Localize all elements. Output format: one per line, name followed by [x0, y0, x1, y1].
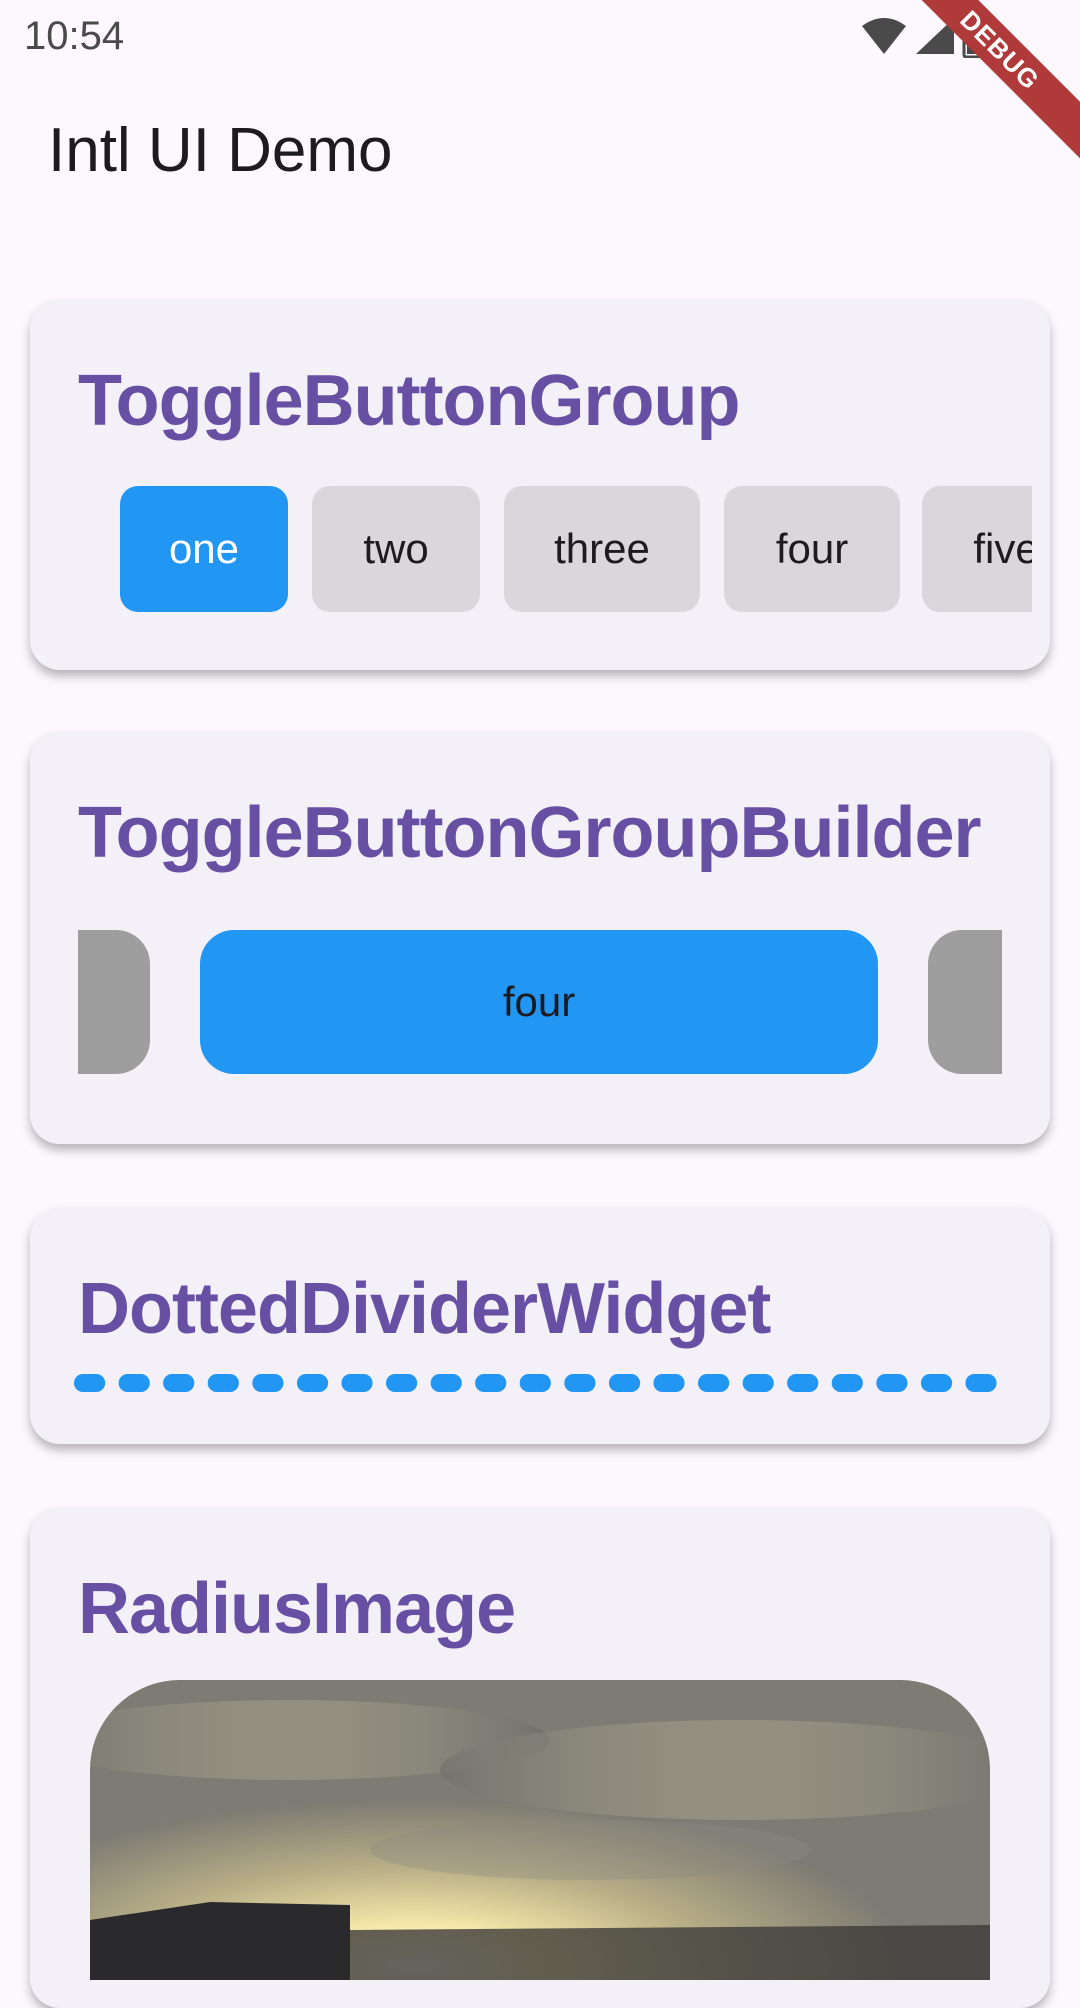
divider-dash	[519, 1374, 551, 1392]
divider-dash	[742, 1374, 774, 1392]
toggle-button-five[interactable]: five	[922, 486, 1032, 612]
divider-dash	[787, 1374, 819, 1392]
builder-button-row[interactable]: four	[78, 930, 1002, 1074]
divider-dash	[296, 1374, 329, 1392]
divider-dash	[653, 1374, 685, 1392]
divider-dash	[74, 1374, 106, 1392]
toggle-button-group-builder-card: ToggleButtonGroupBuilder four	[30, 732, 1050, 1144]
divider-dash	[608, 1374, 641, 1392]
divider-dash	[920, 1374, 953, 1392]
card-title: DottedDividerWidget	[78, 1269, 771, 1349]
toggle-button-two[interactable]: two	[312, 486, 480, 612]
divider-dash	[698, 1374, 730, 1392]
builder-button-prev[interactable]	[78, 930, 150, 1074]
divider-dash	[430, 1374, 462, 1392]
wifi-icon	[862, 18, 906, 54]
radius-image	[90, 1680, 990, 1980]
app-bar-title: Intl UI Demo	[48, 116, 393, 185]
divider-dash	[475, 1374, 507, 1392]
card-title: ToggleButtonGroup	[78, 361, 740, 441]
toggle-button-one[interactable]: one	[120, 486, 288, 612]
dotted-divider-card: DottedDividerWidget	[30, 1208, 1050, 1444]
divider-dash	[831, 1374, 863, 1392]
divider-dash	[876, 1374, 908, 1392]
divider-dash	[252, 1374, 284, 1392]
status-bar: 10:54	[0, 0, 1080, 75]
toggle-button-three[interactable]: three	[504, 486, 700, 612]
builder-button-selected[interactable]: four	[200, 930, 878, 1074]
divider-dash	[118, 1374, 150, 1392]
divider-dash	[564, 1374, 596, 1392]
radius-image-card: RadiusImage	[30, 1508, 1050, 2008]
toggle-button-four[interactable]: four	[724, 486, 900, 612]
toggle-button-row[interactable]: one two three four five	[90, 486, 1032, 612]
status-time: 10:54	[24, 14, 125, 58]
toggle-button-group-card: ToggleButtonGroup one two three four fiv…	[30, 300, 1050, 670]
divider-dash	[965, 1374, 997, 1392]
divider-dash	[207, 1374, 239, 1392]
card-title: RadiusImage	[78, 1569, 516, 1649]
divider-dash	[163, 1374, 195, 1392]
card-title: ToggleButtonGroupBuilder	[78, 793, 982, 873]
divider-dash	[341, 1374, 373, 1392]
sunset-image	[90, 1680, 990, 1980]
dotted-divider	[74, 1374, 997, 1392]
builder-button-next[interactable]	[928, 930, 1002, 1074]
divider-dash	[386, 1374, 418, 1392]
